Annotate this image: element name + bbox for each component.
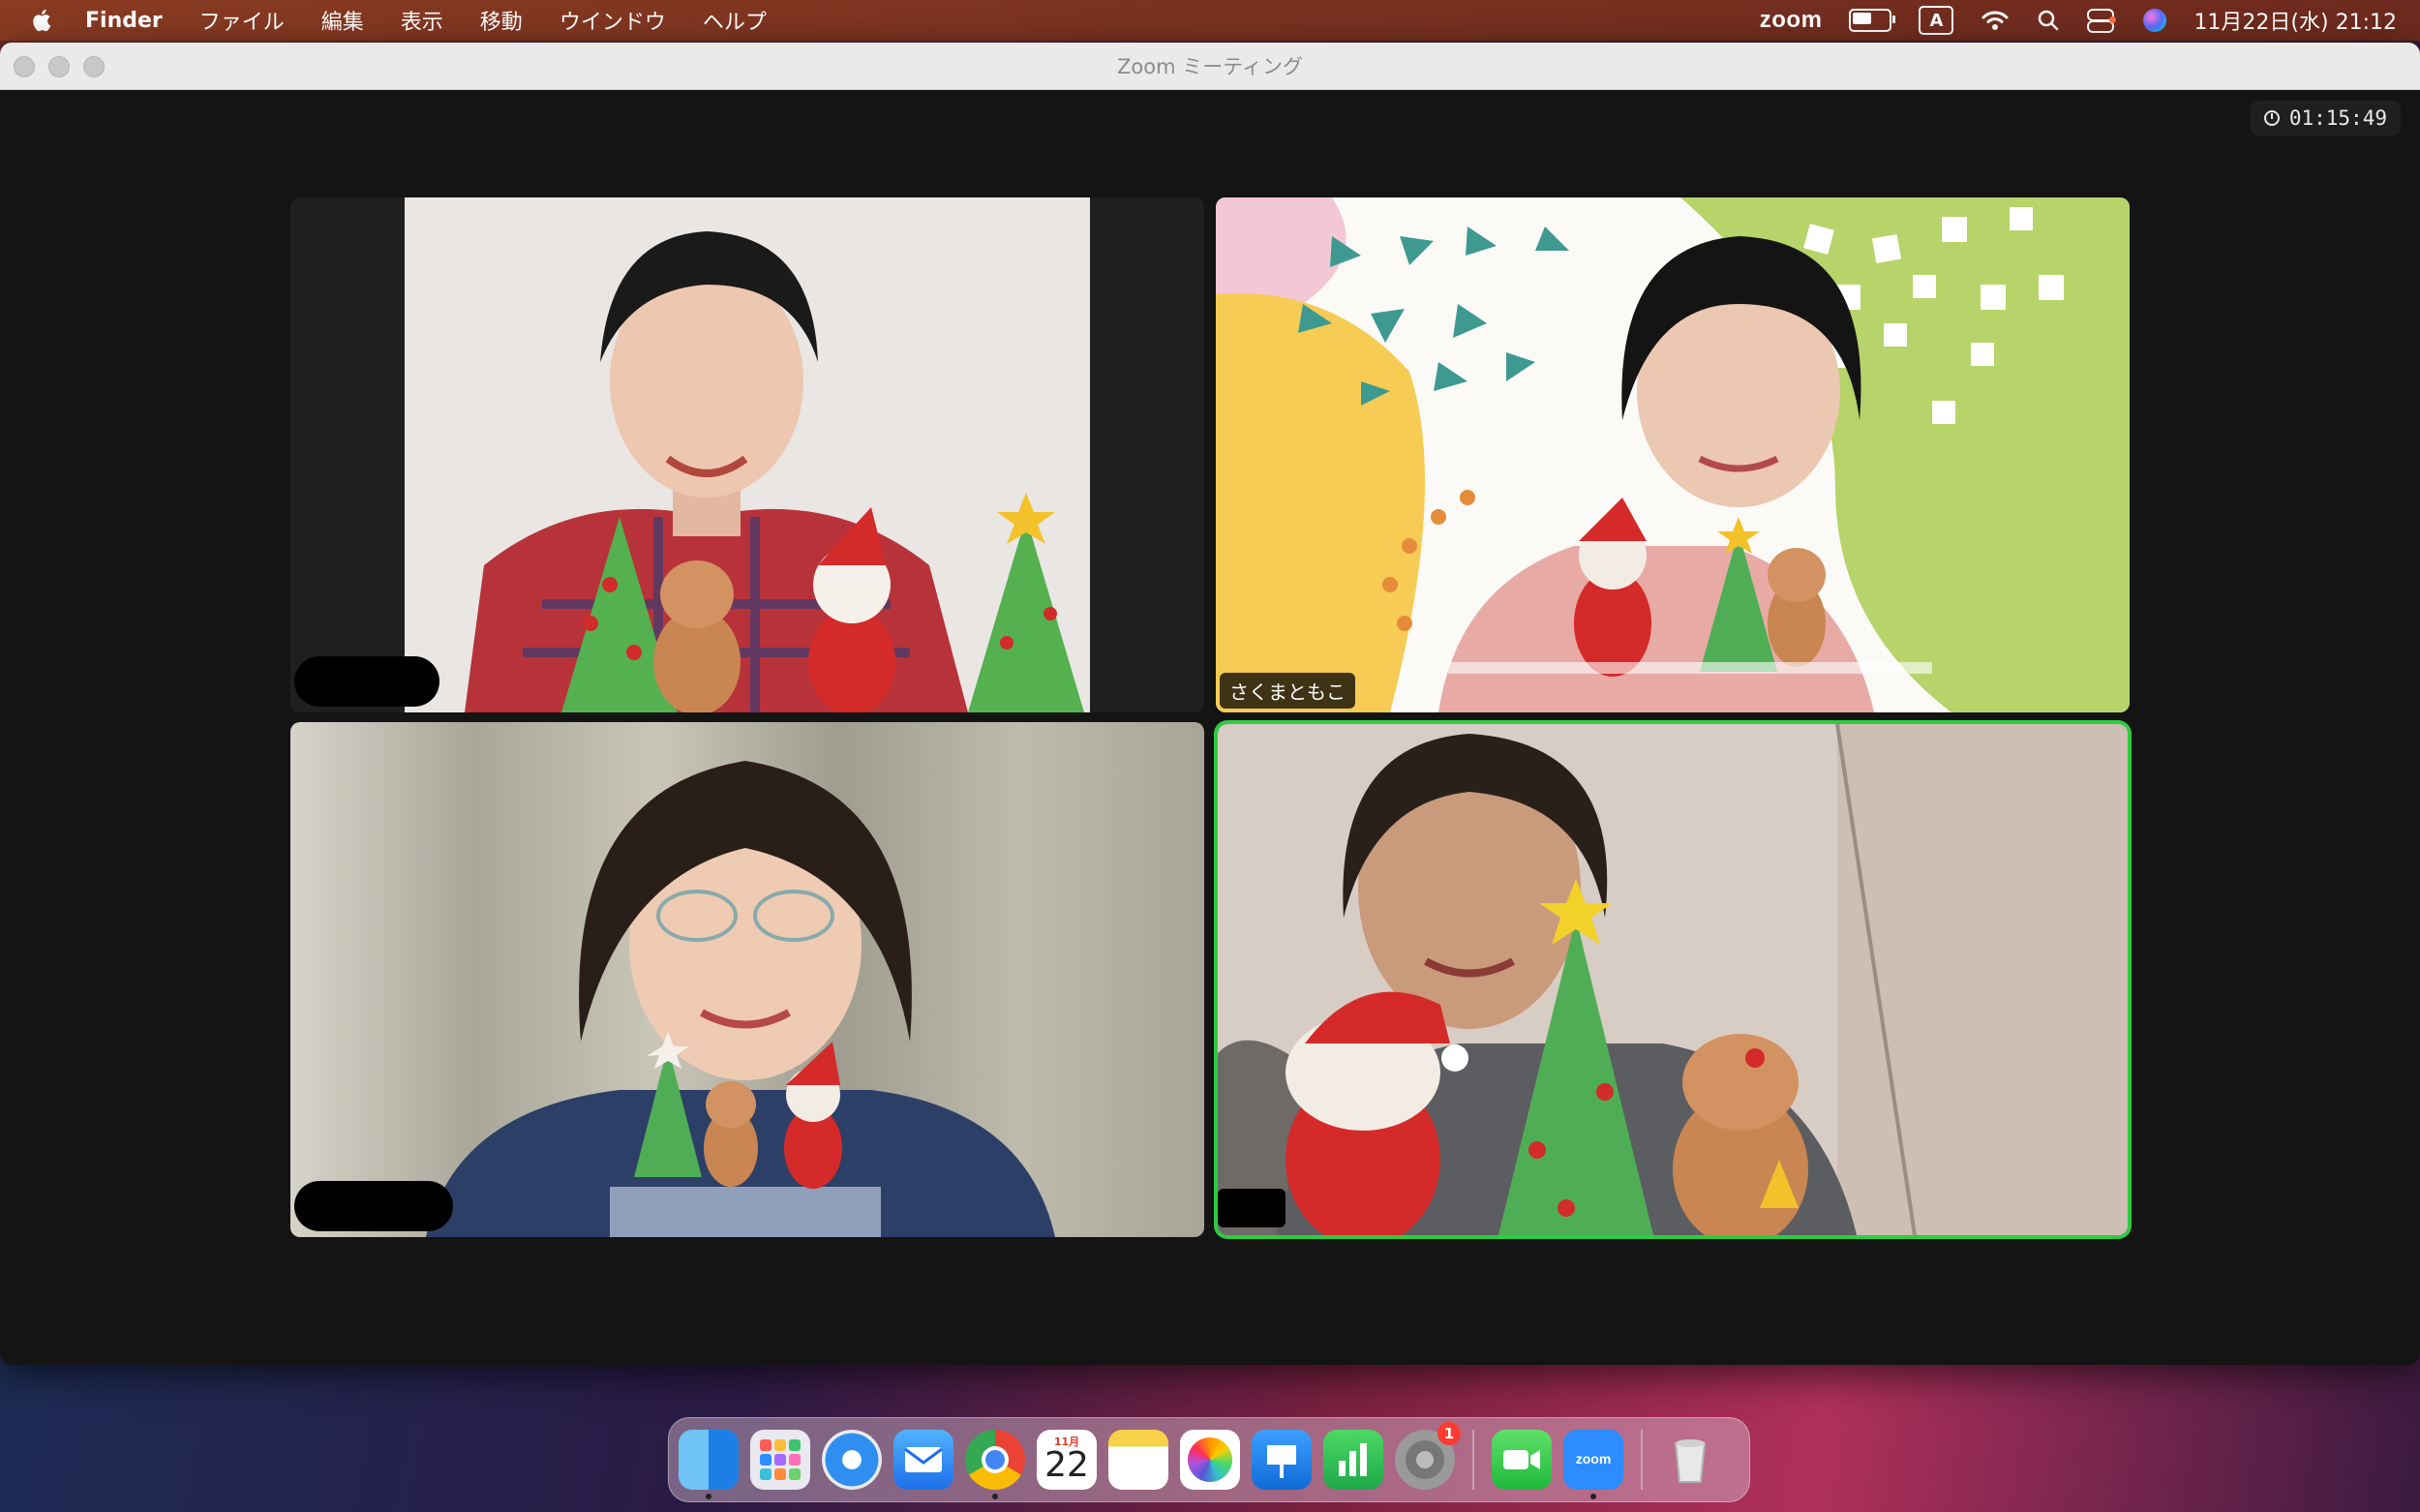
redacted-name [294,656,439,707]
facetime-icon[interactable] [1492,1430,1552,1490]
battery-level [1853,13,1872,24]
siri-icon[interactable] [2143,9,2167,32]
meeting-timer[interactable]: 01:15:49 [2250,101,2401,136]
menu-app-finder[interactable]: Finder [85,9,163,33]
video-frame-3 [290,722,1204,1237]
settings-icon[interactable]: 1 [1395,1422,1461,1490]
participant-video-1[interactable] [290,197,1204,712]
redacted-name [1218,1189,1286,1227]
zoom-window-button[interactable] [83,56,105,77]
finder-icon[interactable] [679,1430,739,1499]
close-button[interactable] [14,56,35,77]
running-indicator [1590,1494,1596,1499]
menu-view[interactable]: 表示 [401,5,443,36]
photos-icon[interactable] [1180,1430,1240,1490]
dock-separator [1472,1430,1474,1490]
spotlight-search-icon[interactable] [2037,9,2060,32]
traffic-lights [14,56,105,77]
participant-video-3[interactable] [290,722,1204,1237]
safari-icon[interactable] [822,1430,882,1490]
participant-video-2[interactable]: さくまともこ [1216,197,2130,712]
participant-name-tag: さくまともこ [1220,673,1355,709]
video-frame-1 [405,197,1090,712]
dock: 11月 22 1 zoom [668,1417,1750,1502]
calendar-day: 22 [1044,1445,1089,1485]
redacted-name [294,1181,453,1231]
menu-edit[interactable]: 編集 [321,5,364,36]
notification-badge: 1 [1437,1422,1461,1445]
menu-file[interactable]: ファイル [199,5,285,36]
participant-video-4-active-speaker[interactable] [1218,724,2128,1235]
clock-icon [2263,110,2280,126]
keynote-icon[interactable] [1252,1430,1312,1490]
trash-icon[interactable] [1660,1430,1720,1490]
minimize-button[interactable] [48,56,70,77]
window-titlebar: Zoom ミーティング [0,43,2420,90]
dock-separator [1641,1430,1643,1490]
numbers-icon[interactable] [1323,1430,1383,1490]
notes-icon[interactable] [1108,1430,1168,1490]
zoom-icon[interactable]: zoom [1563,1430,1623,1499]
menu-bar: Finder ファイル 編集 表示 移動 ウインドウ ヘルプ zoom A 11… [0,0,2420,41]
chrome-icon[interactable] [965,1430,1025,1499]
video-frame-4 [1218,724,2128,1235]
menubar-clock[interactable]: 11月22日(水) 21:12 [2193,5,2397,36]
timer-value: 01:15:49 [2288,106,2387,130]
wifi-icon[interactable] [1981,9,2010,32]
zoom-status-item[interactable]: zoom [1760,7,1823,34]
running-indicator [992,1494,998,1499]
launchpad-icon[interactable] [750,1430,810,1490]
menu-help[interactable]: ヘルプ [703,5,767,36]
control-center-icon[interactable] [2087,9,2117,33]
video-frame-2 [1216,197,2130,712]
calendar-icon[interactable]: 11月 22 [1037,1430,1097,1490]
mail-icon[interactable] [893,1430,953,1490]
input-source-icon[interactable]: A [1919,6,1954,35]
window-title: Zoom ミーティング [1117,55,1303,78]
battery-icon[interactable] [1849,9,1896,32]
zoom-meeting-window: Zoom ミーティング 01:15:49 さくまともこ [0,43,2420,1365]
menu-window[interactable]: ウインドウ [560,5,666,36]
apple-icon[interactable] [29,7,56,34]
running-indicator [706,1494,711,1499]
zoom-dock-label: zoom [1575,1451,1612,1467]
menu-go[interactable]: 移動 [480,5,523,36]
